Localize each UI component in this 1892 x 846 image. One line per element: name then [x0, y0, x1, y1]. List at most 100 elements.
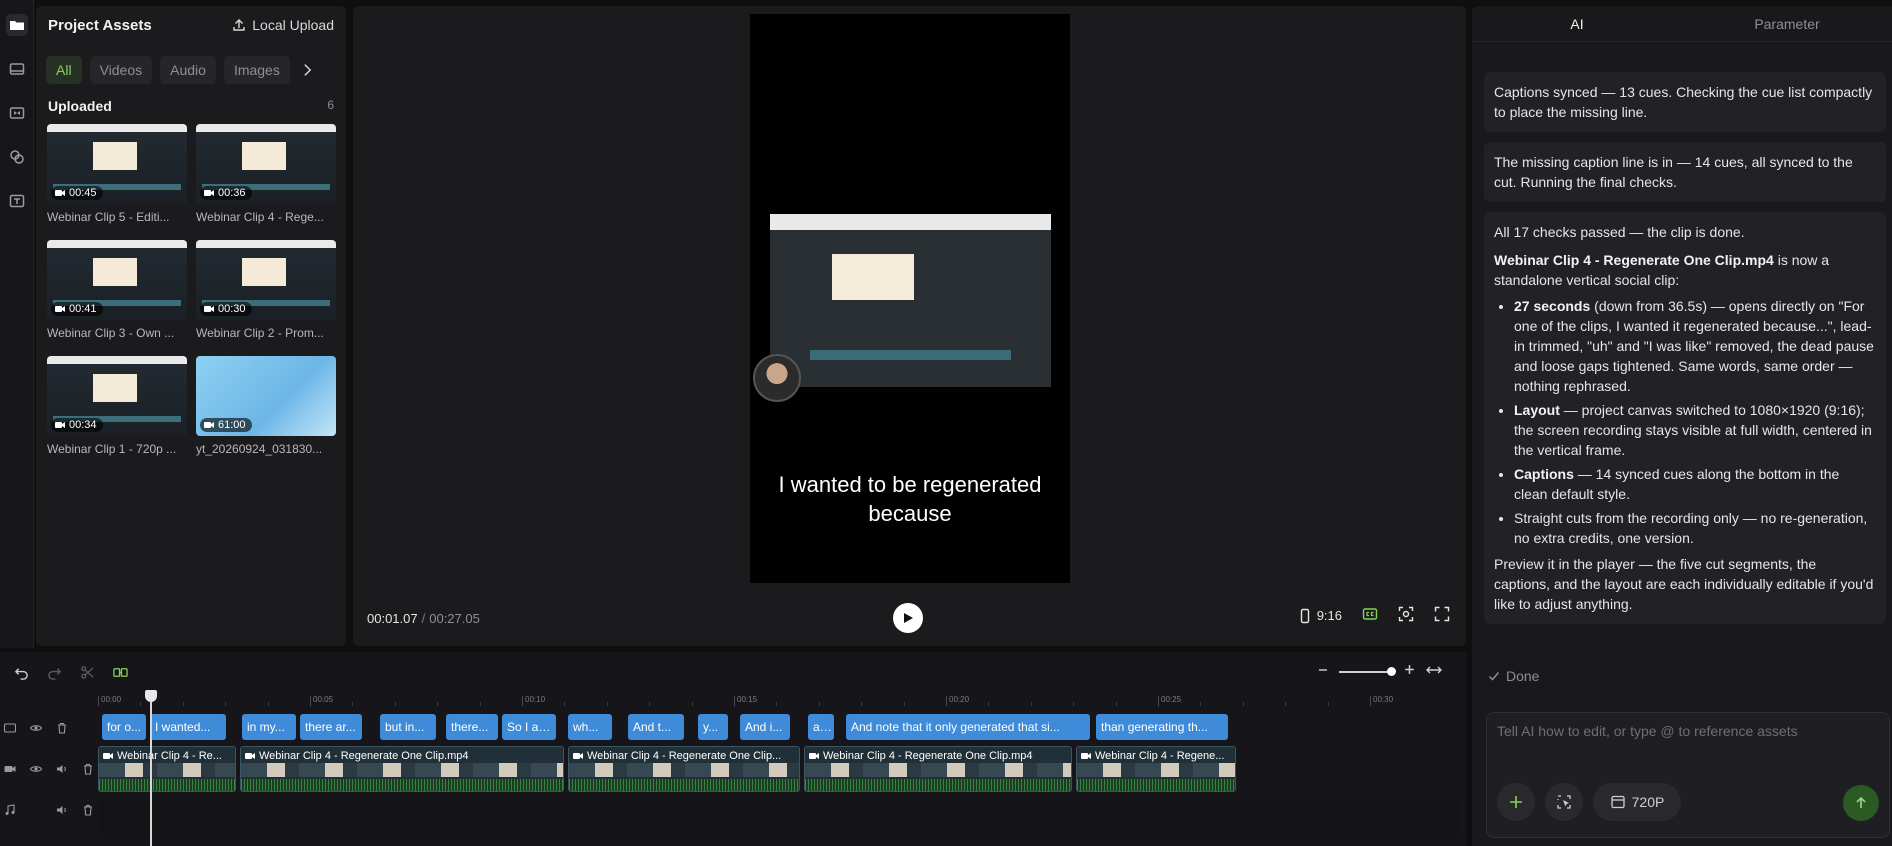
transition-icon[interactable] — [6, 102, 28, 124]
speaker-icon[interactable] — [56, 762, 68, 780]
timeline: 00:00 00:05 00:10 00:15 00:20 00:25 00:30 for … — [0, 652, 1466, 846]
video-clip[interactable]: Webinar Clip 4 - Regenerate One Clip.mp4 — [804, 746, 1072, 792]
chevron-right-icon[interactable] — [298, 57, 318, 83]
redo-icon[interactable] — [47, 665, 62, 680]
magnet-snap-icon[interactable] — [113, 665, 128, 680]
eye-icon[interactable] — [29, 762, 43, 780]
select-element-button[interactable] — [1545, 783, 1583, 821]
play-button[interactable] — [893, 603, 923, 633]
asset-thumbnail: 00:34 — [47, 356, 187, 436]
filter-videos[interactable]: Videos — [89, 56, 153, 84]
caption-cue[interactable]: there ar... — [300, 714, 362, 740]
zoom-in-icon[interactable] — [1403, 663, 1416, 681]
preview-controls: 00:01.07/00:27.05 9:16 — [353, 590, 1466, 646]
ai-prompt-input[interactable] — [1497, 723, 1877, 763]
screenshot-icon[interactable] — [1398, 606, 1414, 625]
editor-app: Project Assets Local Upload All Videos A… — [0, 0, 1892, 846]
bullet-text: — project canvas switched to 1080×1920 (… — [1514, 402, 1872, 458]
asset-thumbnail: 00:30 — [196, 240, 336, 320]
video-camera-icon — [55, 422, 65, 428]
done-label: Done — [1506, 668, 1540, 684]
caption-cue[interactable]: I wanted... — [150, 714, 226, 740]
text-icon[interactable] — [6, 190, 28, 212]
asset-thumbnail: 00:36 — [196, 124, 336, 204]
summary-bullet: 27 seconds (down from 36.5s) — opens dir… — [1514, 296, 1876, 396]
scissors-icon[interactable] — [80, 665, 95, 680]
asset-item[interactable]: 00:34 Webinar Clip 1 - 720p ... — [47, 356, 187, 472]
asset-item[interactable]: 00:41 Webinar Clip 3 - Own ... — [47, 240, 187, 356]
caption-cue[interactable]: wh... — [568, 714, 612, 740]
zoom-out-icon[interactable] — [1317, 663, 1329, 681]
send-button[interactable] — [1843, 785, 1879, 821]
asset-thumbnail: 61:00 — [196, 356, 336, 436]
playhead[interactable] — [145, 690, 157, 846]
caption-cue[interactable]: in my... — [242, 714, 296, 740]
ruler-tick: 00:20 — [946, 696, 969, 706]
effects-icon[interactable] — [6, 146, 28, 168]
assets-title: Project Assets — [48, 16, 152, 34]
left-rail — [0, 0, 34, 648]
video-clip[interactable]: Webinar Clip 4 - Re... — [98, 746, 236, 792]
asset-item[interactable]: 00:30 Webinar Clip 2 - Prom... — [196, 240, 336, 356]
asset-name: Webinar Clip 4 - Rege... — [196, 210, 324, 224]
caption-cue[interactable]: So I as... — [502, 714, 556, 740]
filter-audio[interactable]: Audio — [160, 56, 216, 84]
video-track: Webinar Clip 4 - Re... Webinar Clip 4 - R… — [98, 746, 1458, 792]
asset-item[interactable]: 00:45 Webinar Clip 5 - Editi... — [47, 124, 187, 240]
video-camera-icon — [103, 753, 113, 759]
local-upload-button[interactable]: Local Upload — [232, 17, 334, 33]
video-camera-icon — [204, 422, 214, 428]
video-clip[interactable]: Webinar Clip 4 - Regenerate One Clip... — [568, 746, 800, 792]
summary-bullet: Straight cuts from the recording only — … — [1514, 508, 1876, 548]
preview-panel: I wanted to be regenerated because 00:01… — [353, 6, 1466, 646]
tab-ai[interactable]: AI — [1472, 6, 1682, 41]
filter-all[interactable]: All — [46, 56, 82, 84]
undo-icon[interactable] — [14, 665, 29, 680]
zoom-slider-handle[interactable] — [1387, 667, 1396, 676]
eye-icon[interactable] — [29, 721, 43, 739]
aspect-ratio-label: 9:16 — [1316, 608, 1342, 623]
time-display: 00:01.07/00:27.05 — [367, 611, 480, 626]
summary-file-line: Webinar Clip 4 - Regenerate One Clip.mp4… — [1494, 250, 1876, 290]
caption-cue[interactable]: y... — [698, 714, 728, 740]
add-button[interactable] — [1497, 783, 1535, 821]
tab-parameter[interactable]: Parameter — [1682, 6, 1892, 41]
fit-width-icon[interactable] — [1426, 663, 1442, 681]
asset-name: yt_20260924_031830... — [196, 442, 323, 456]
trash-icon[interactable] — [82, 803, 94, 821]
speaker-icon[interactable] — [56, 803, 68, 821]
caption-cue[interactable]: And t... — [628, 714, 684, 740]
video-canvas[interactable]: I wanted to be regenerated because — [750, 14, 1070, 583]
captions-icon[interactable] — [1362, 606, 1378, 625]
asset-item[interactable]: 00:36 Webinar Clip 4 - Rege... — [196, 124, 336, 240]
aspect-ratio-button[interactable]: 9:16 — [1297, 608, 1342, 624]
caption-cue[interactable]: And i... — [740, 714, 790, 740]
caption-cue[interactable]: but in... — [380, 714, 436, 740]
caption-cue[interactable]: than generating th... — [1096, 714, 1228, 740]
project-assets-panel: Project Assets Local Upload All Videos A… — [36, 6, 346, 646]
caption-cue[interactable]: for o... — [102, 714, 146, 740]
caption-cue[interactable]: And note that it only generated that si.… — [846, 714, 1090, 740]
caption-cue[interactable]: there... — [446, 714, 498, 740]
bullet-text: Straight cuts from the recording only — … — [1514, 510, 1868, 546]
ai-message: Captions synced — 13 cues. Checking the … — [1484, 72, 1886, 132]
trash-icon[interactable] — [82, 762, 94, 780]
video-clip[interactable]: Webinar Clip 4 - Regene... — [1076, 746, 1236, 792]
quality-button[interactable]: 720P — [1593, 783, 1681, 821]
done-status: Done — [1488, 668, 1539, 684]
trash-icon[interactable] — [56, 721, 68, 739]
fullscreen-icon[interactable] — [1434, 606, 1450, 625]
caption-cue[interactable]: a... — [808, 714, 834, 740]
section-count: 6 — [327, 98, 334, 112]
asset-item[interactable]: 61:00 yt_20260924_031830... — [196, 356, 336, 472]
zoom-slider[interactable] — [1339, 667, 1396, 676]
ruler-tick: 00:15 — [734, 696, 757, 706]
media-icon[interactable] — [6, 58, 28, 80]
ruler-tick: 00:05 — [310, 696, 333, 706]
video-camera-icon — [573, 753, 583, 759]
caption-track-icon — [3, 721, 17, 739]
filter-images[interactable]: Images — [223, 56, 290, 84]
ruler-tick: 00:10 — [522, 696, 545, 706]
video-clip[interactable]: Webinar Clip 4 - Regenerate One Clip.mp4 — [240, 746, 564, 792]
folder-icon[interactable] — [5, 14, 28, 36]
